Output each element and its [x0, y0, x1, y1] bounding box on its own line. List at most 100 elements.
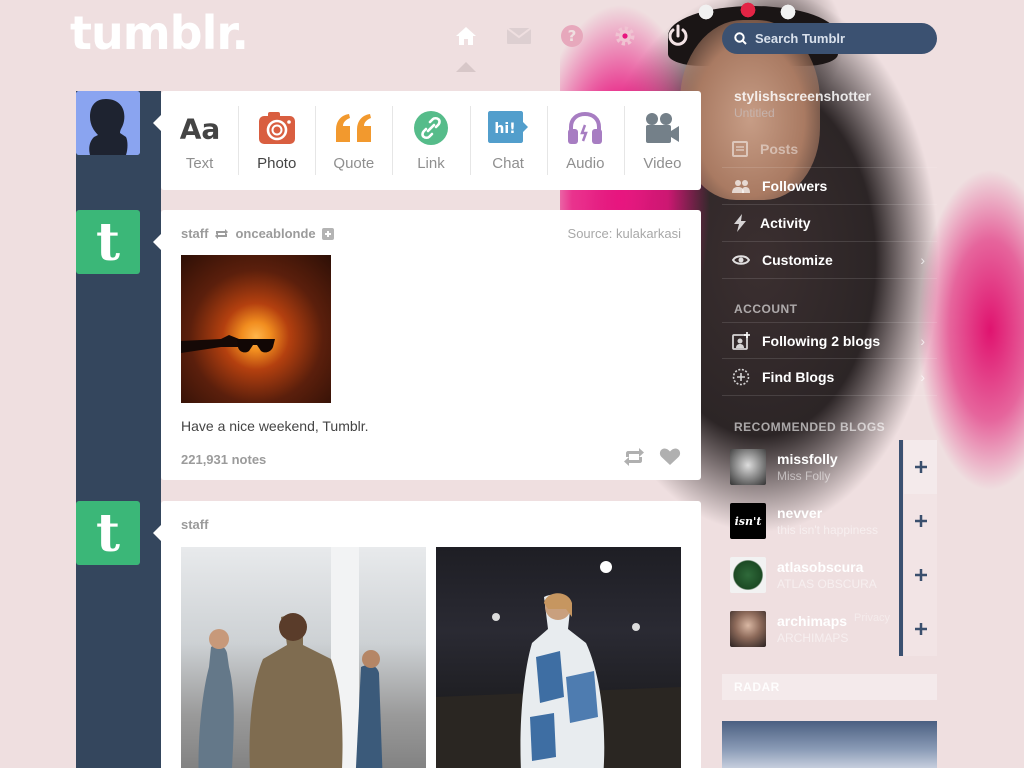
text-icon: Aa [179, 109, 221, 147]
post-actions [623, 448, 681, 466]
my-avatar[interactable] [76, 91, 140, 155]
post-type-audio[interactable]: Audio [546, 91, 624, 190]
follow-button[interactable] [904, 548, 937, 602]
search-icon [734, 32, 747, 45]
post-type-label: Quote [333, 155, 375, 172]
blog-avatar: isn't [730, 503, 766, 539]
blog-avatar [730, 557, 766, 593]
home-icon[interactable] [452, 22, 480, 50]
mail-icon[interactable] [505, 22, 533, 50]
link-icon [410, 109, 452, 147]
quote-icon [333, 109, 375, 147]
followers-icon [732, 180, 750, 193]
sidebar-item-find-blogs[interactable]: Find Blogs › [722, 359, 937, 396]
post-caption: Have a nice weekend, Tumblr. [181, 418, 369, 434]
sidebar-item-customize[interactable]: Customize › [722, 242, 937, 279]
chat-icon: hi! [487, 109, 529, 147]
camera-icon [256, 109, 298, 147]
post-type-label: Link [417, 155, 445, 172]
post-notes[interactable]: 221,931 notes [181, 452, 266, 467]
radar-image[interactable] [722, 721, 937, 768]
chevron-right-icon: › [920, 252, 925, 268]
post-type-label: Photo [257, 155, 297, 172]
sidebar-item-label: Following 2 blogs [762, 332, 881, 349]
search-input[interactable] [755, 31, 925, 46]
post-type-quote[interactable]: Quote [315, 91, 392, 190]
blog-title: Miss Folly [777, 469, 831, 483]
radar-heading: RADAR [722, 674, 937, 700]
recommended-blog[interactable]: isn't nevver this isn't happiness [722, 494, 902, 548]
post-type-photo[interactable]: Photo [238, 91, 315, 190]
heart-icon[interactable] [659, 448, 681, 466]
reblogged-from[interactable]: onceablonde [235, 226, 315, 241]
lightning-icon [734, 214, 746, 232]
follow-plus-icon[interactable] [321, 227, 334, 240]
active-nav-indicator [456, 62, 476, 72]
headphones-icon [564, 109, 606, 147]
post-photo[interactable] [181, 547, 426, 768]
sidebar-item-label: Customize [762, 252, 833, 268]
post-author-avatar[interactable]: t [76, 210, 140, 274]
sidebar-blog-name[interactable]: stylishscreenshotter [734, 88, 871, 104]
recommended-blog[interactable]: archimaps ARCHIMAPS Privacy [722, 602, 902, 656]
recommended-blog[interactable]: missfolly Miss Folly [722, 440, 902, 494]
follow-button[interactable] [904, 602, 937, 656]
search-bar[interactable] [722, 23, 937, 54]
sidebar-item-activity[interactable]: Activity [722, 205, 937, 242]
follow-button[interactable] [904, 440, 937, 494]
sidebar-item-following[interactable]: Following 2 blogs › [722, 322, 937, 359]
blog-name: missfolly [777, 451, 838, 467]
post-type-label: Audio [566, 155, 605, 172]
svg-text:hi!: hi! [495, 121, 516, 137]
tumblr-logo[interactable]: tumblr. [70, 6, 249, 60]
post-card: staff onceablonde Source: kulakarkasi Ha… [153, 210, 701, 480]
power-icon[interactable] [664, 22, 692, 50]
plus-icon [914, 569, 927, 581]
reblog-icon[interactable] [623, 448, 645, 466]
post-author[interactable]: staff [181, 226, 208, 241]
svg-text:Aa: Aa [179, 113, 220, 146]
post-author-avatar[interactable]: t [76, 501, 140, 565]
recommended-blog[interactable]: atlasobscura ATLAS OBSCURA [722, 548, 902, 602]
chevron-right-icon: › [920, 332, 925, 349]
post-photo[interactable] [436, 547, 681, 768]
post-header: staff onceablonde [181, 226, 334, 241]
blog-name: archimaps [777, 613, 848, 629]
blog-name: nevver [777, 505, 823, 521]
posts-icon [732, 141, 748, 157]
post-card: staff [153, 501, 701, 768]
plus-icon [914, 461, 927, 473]
post-type-label: Chat [492, 155, 524, 172]
sidebar-item-posts[interactable]: Posts [722, 131, 937, 168]
blog-title: ATLAS OBSCURA [777, 577, 877, 591]
sidebar-item-label: Find Blogs [762, 369, 835, 385]
blog-title: ARCHIMAPS [777, 631, 849, 645]
gear-icon[interactable] [611, 22, 639, 50]
blog-name: atlasobscura [777, 559, 864, 575]
blog-avatar [730, 611, 766, 647]
post-type-text[interactable]: Aa Text [161, 91, 238, 190]
post-photo[interactable] [181, 255, 331, 403]
plus-icon [914, 623, 927, 635]
svg-text:?: ? [568, 27, 577, 45]
account-heading: ACCOUNT [734, 302, 798, 316]
post-type-label: Video [643, 155, 682, 172]
sidebar-item-label: Posts [760, 141, 799, 157]
recommended-heading: RECOMMENDED BLOGS [734, 420, 886, 434]
sidebar-item-label: Activity [760, 215, 811, 231]
post-type-chat[interactable]: hi! Chat [469, 91, 547, 190]
reblog-icon [215, 228, 229, 239]
source-link[interactable]: kulakarkasi [616, 226, 681, 241]
post-author[interactable]: staff [181, 517, 208, 532]
help-icon[interactable]: ? [558, 22, 586, 50]
eye-icon [732, 255, 750, 265]
sidebar-item-followers[interactable]: Followers [722, 168, 937, 205]
post-type-video[interactable]: Video [623, 91, 701, 190]
new-post-bar: Aa Text Photo Quote Link hi! Chat Audio [153, 91, 701, 190]
follow-button[interactable] [904, 494, 937, 548]
sidebar-item-label: Followers [762, 178, 828, 194]
source-label: Source: [567, 226, 613, 241]
post-type-link[interactable]: Link [392, 91, 469, 190]
privacy-link[interactable]: Privacy [854, 612, 890, 624]
blog-avatar [730, 449, 766, 485]
